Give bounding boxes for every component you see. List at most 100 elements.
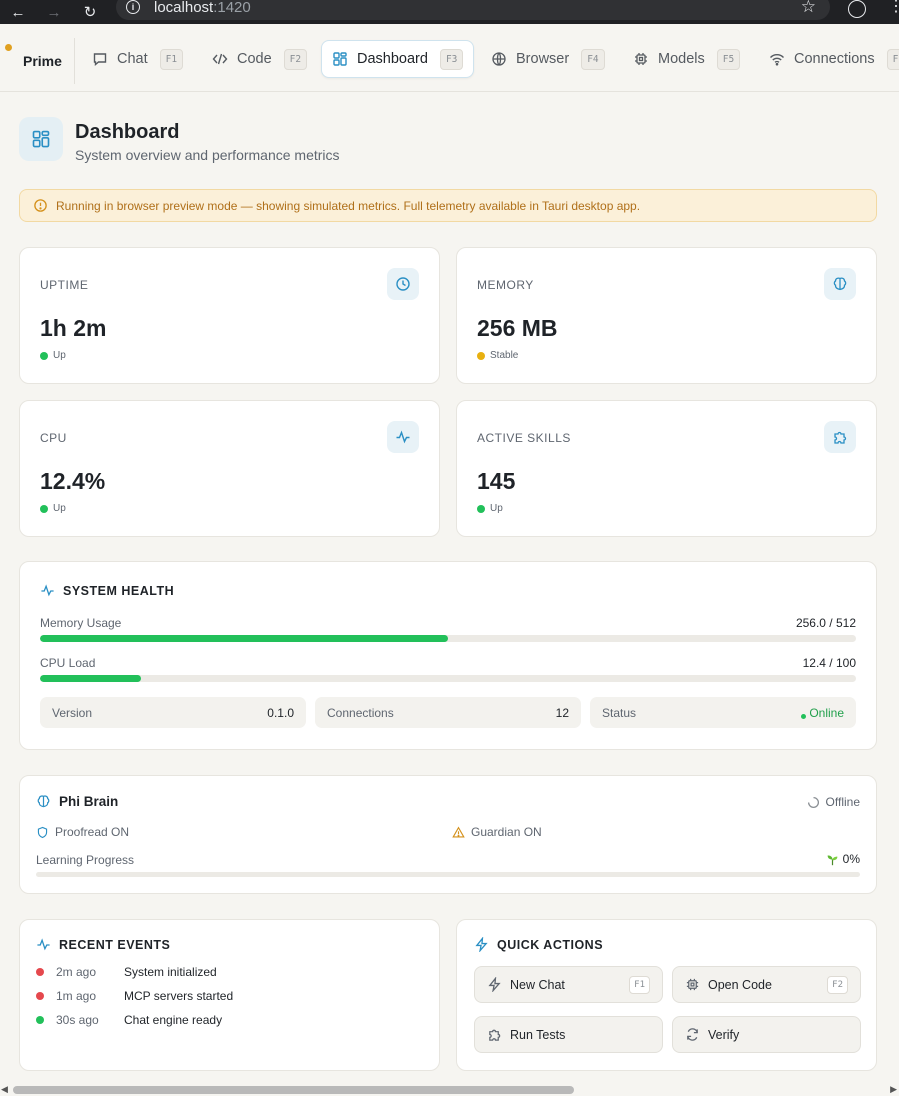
cpu-load-label: CPU Load <box>40 656 96 670</box>
puzzle-icon <box>824 421 856 453</box>
reload-icon[interactable]: ↻ <box>79 1 101 23</box>
puzzle-icon <box>489 1029 501 1041</box>
cpu-load-fill <box>40 675 142 682</box>
scroll-left-arrow-icon[interactable]: ◀ <box>1 1084 8 1095</box>
tab-browser[interactable]: Browser F4 <box>481 40 615 78</box>
site-info-icon[interactable]: i <box>126 0 140 14</box>
memory-usage-label: Memory Usage <box>40 616 122 630</box>
refresh-icon <box>687 1028 698 1041</box>
run-tests-button[interactable]: Run Tests <box>474 1016 663 1053</box>
shortcut-key: F2 <box>827 975 848 994</box>
section-title-text: SYSTEM HEALTH <box>63 583 175 598</box>
recent-events-card: RECENT EVENTS 2m ago System initialized … <box>19 919 440 1071</box>
metric-value: 1h 2m <box>40 315 107 341</box>
shortcut-key: F2 <box>283 48 308 70</box>
shortcut-key: F5 <box>716 48 741 70</box>
tab-dashboard[interactable]: Dashboard F3 <box>321 40 475 78</box>
alert-circle-icon <box>34 199 47 212</box>
seedling-icon <box>827 854 838 865</box>
metric-card-cpu: CPU 12.4% Up <box>19 400 440 537</box>
event-time: 1m ago <box>56 989 97 1003</box>
dashboard-icon <box>333 52 347 66</box>
guardian-text: Guardian ON <box>471 825 542 839</box>
shortcut-key: F1 <box>629 975 650 994</box>
online-dot <box>801 714 807 719</box>
warning-triangle-icon <box>452 825 465 838</box>
back-icon[interactable]: ← <box>7 1 29 23</box>
online-status: Online <box>801 706 844 720</box>
info-key: Connections <box>327 705 394 720</box>
metric-card-uptime: UPTIME 1h 2m Up <box>19 247 440 384</box>
lightning-icon <box>475 937 488 952</box>
shortcut-key: F4 <box>581 48 605 70</box>
status-indicator: Up <box>477 503 503 514</box>
phi-state-text: Offline <box>825 795 860 809</box>
tab-code[interactable]: Code F2 <box>202 40 317 78</box>
horizontal-scrollbar[interactable]: ◀ ▶ <box>0 1084 899 1096</box>
activity-icon <box>387 421 419 453</box>
scrollbar-thumb[interactable] <box>13 1086 574 1094</box>
tab-label: Models <box>658 51 705 67</box>
tab-label: Connections <box>794 51 875 67</box>
event-status-dot <box>36 968 44 976</box>
memory-usage-fill <box>40 635 448 642</box>
wifi-icon <box>769 54 785 66</box>
tab-connections[interactable]: Connections F6 <box>759 40 899 78</box>
tab-chat[interactable]: Chat F1 <box>82 40 193 78</box>
brand-status-dot <box>5 44 12 51</box>
profile-icon[interactable] <box>848 0 866 18</box>
bookmark-star-icon[interactable]: ☆ <box>801 0 816 17</box>
button-label: Open Code <box>708 977 772 992</box>
info-value: Online <box>809 705 844 720</box>
status-indicator: Stable <box>477 350 518 361</box>
loading-spinner-icon <box>807 796 819 808</box>
open-code-button[interactable]: Open Code F2 <box>672 966 861 1003</box>
browser-toolbar: ← → ↻ i localhost:1420 ☆ ⋮ <box>0 0 899 24</box>
system-health-title: SYSTEM HEALTH <box>40 583 174 598</box>
event-time: 30s ago <box>56 1013 99 1027</box>
connections-cell: Connections 12 <box>315 697 581 728</box>
status-dot <box>40 504 48 513</box>
button-label: Verify <box>708 1027 740 1042</box>
forward-icon[interactable]: → <box>43 1 65 23</box>
status-text: Stable <box>490 350 519 361</box>
cpu-load-value: 12.4 / 100 <box>802 656 856 670</box>
version-cell: Version 0.1.0 <box>40 697 306 728</box>
info-value: 12 <box>555 705 569 720</box>
event-status-dot <box>36 1016 44 1024</box>
tab-models[interactable]: Models F5 <box>623 40 750 78</box>
status-dot <box>477 351 485 360</box>
activity-icon <box>37 938 50 951</box>
clock-icon <box>387 268 419 300</box>
status-indicator: Up <box>40 350 66 361</box>
event-status-dot <box>36 992 44 1000</box>
tab-label: Dashboard <box>357 51 428 67</box>
chat-icon <box>93 53 107 66</box>
event-row: 30s ago Chat engine ready <box>36 1013 222 1027</box>
verify-button[interactable]: Verify <box>672 1016 861 1053</box>
info-value: 0.1.0 <box>267 705 294 720</box>
section-title-text: QUICK ACTIONS <box>497 937 604 952</box>
metric-value: 256 MB <box>477 315 558 341</box>
proofread-indicator: Proofread ON <box>36 825 129 839</box>
code-icon <box>212 53 228 65</box>
shortcut-key: F1 <box>159 48 184 70</box>
address-bar[interactable]: i localhost:1420 ☆ <box>116 0 830 20</box>
metric-card-active-skills: ACTIVE SKILLS 145 Up <box>456 400 877 537</box>
event-text: MCP servers started <box>124 989 234 1003</box>
chip-icon <box>686 978 699 991</box>
guardian-indicator: Guardian ON <box>452 825 542 839</box>
url-host: localhost <box>154 0 214 16</box>
new-chat-button[interactable]: New Chat F1 <box>474 966 663 1003</box>
tab-label: Code <box>237 51 272 67</box>
event-text: Chat engine ready <box>124 1013 223 1027</box>
page-subtitle: System overview and performance metrics <box>75 147 340 163</box>
shield-icon <box>37 826 48 838</box>
lightning-icon <box>488 977 501 992</box>
learning-progress-label: Learning Progress <box>36 853 135 867</box>
quick-actions-card: QUICK ACTIONS New Chat F1 Open Code F2 R… <box>456 919 877 1071</box>
browser-menu-icon[interactable]: ⋮ <box>888 0 899 15</box>
scroll-right-arrow-icon[interactable]: ▶ <box>890 1084 897 1095</box>
memory-usage-value: 256.0 / 512 <box>795 616 856 630</box>
metric-label: CPU <box>40 431 67 445</box>
